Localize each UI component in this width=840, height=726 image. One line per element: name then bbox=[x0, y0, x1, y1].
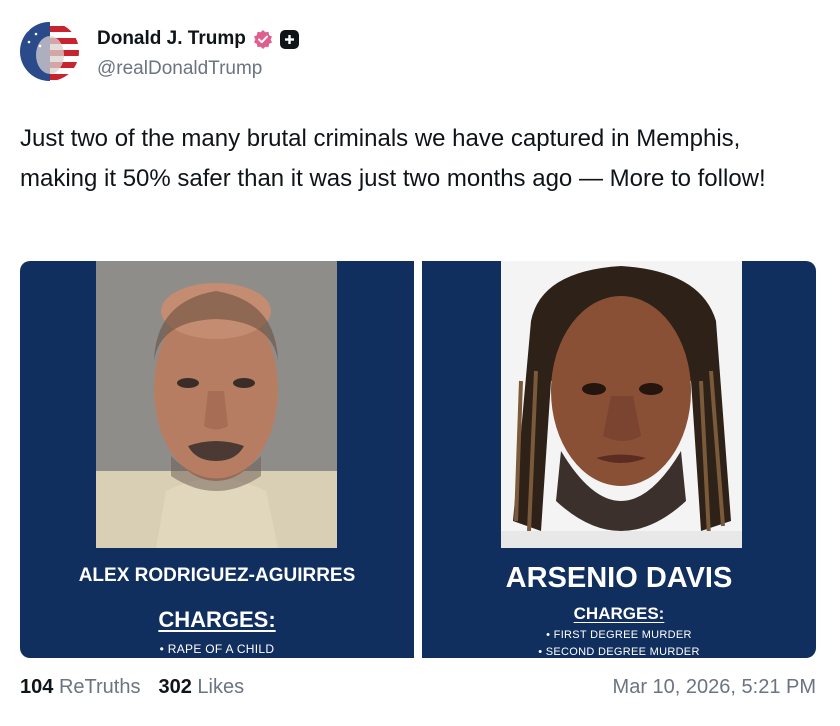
avatar[interactable] bbox=[20, 22, 79, 81]
suspect-card[interactable]: ARSENIO DAVIS CHARGES: • FIRST DEGREE MU… bbox=[422, 261, 816, 658]
post-stats: 104 ReTruths 302 Likes bbox=[20, 676, 244, 699]
charges-heading: CHARGES: bbox=[158, 607, 276, 632]
retruths-label: ReTruths bbox=[58, 676, 141, 698]
mugshot-photo bbox=[96, 261, 337, 548]
post-timestamp[interactable]: Mar 10, 2026, 5:21 PM bbox=[613, 676, 816, 699]
mugshot-photo bbox=[501, 261, 742, 548]
retruths-stat[interactable]: 104 ReTruths bbox=[20, 676, 140, 699]
post-text: Just two of the many brutal criminals we… bbox=[20, 125, 766, 192]
likes-label: Likes bbox=[197, 676, 245, 698]
author-handle[interactable]: @realDonaldTrump bbox=[97, 58, 262, 80]
suspect-card[interactable]: ALEX RODRIGUEZ-AGUIRRES CHARGES: • RAPE … bbox=[20, 261, 414, 658]
verified-badge-icon bbox=[253, 30, 272, 49]
charges-heading: CHARGES: bbox=[573, 604, 665, 623]
suspect-name: ARSENIO DAVIS bbox=[505, 562, 733, 594]
likes-count: 302 bbox=[158, 676, 192, 698]
author-display-name[interactable]: Donald J. Trump bbox=[97, 28, 246, 50]
charge-item: • SECOND DEGREE MURDER bbox=[538, 646, 700, 658]
suspect-name: ALEX RODRIGUEZ-AGUIRRES bbox=[78, 565, 356, 586]
likes-stat[interactable]: 302 Likes bbox=[158, 676, 244, 699]
charge-item: • RAPE OF A CHILD bbox=[159, 642, 275, 656]
flag-avatar-icon bbox=[20, 22, 79, 81]
retruths-count: 104 bbox=[20, 676, 54, 698]
charge-item: • FIRST DEGREE MURDER bbox=[546, 629, 692, 641]
post-media[interactable]: ALEX RODRIGUEZ-AGUIRRES CHARGES: • RAPE … bbox=[20, 261, 816, 658]
plus-badge-icon bbox=[279, 29, 299, 49]
author-name-row: Donald J. Trump bbox=[97, 27, 299, 51]
